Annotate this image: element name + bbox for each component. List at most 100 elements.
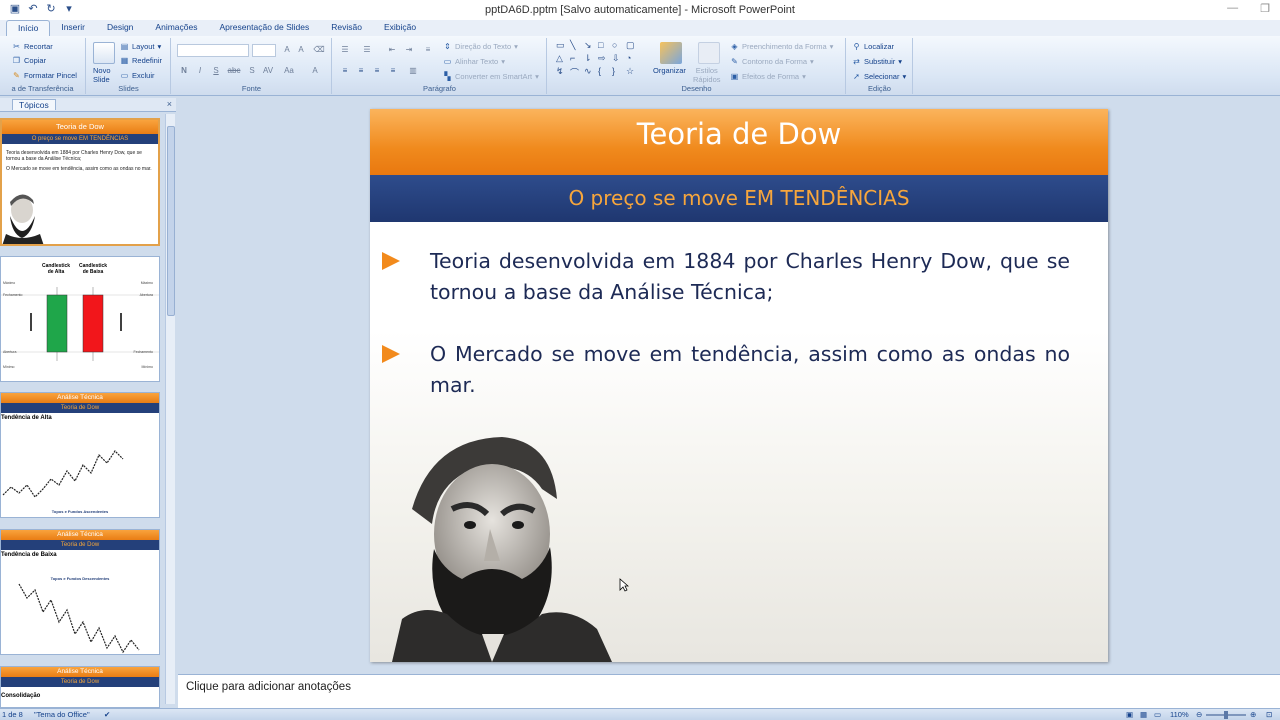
shape-outline-button[interactable]: ✎ Contorno da Forma ▾ <box>730 57 814 66</box>
format-painter-button[interactable]: ✎ Formatar Pincel <box>12 71 77 80</box>
slide-title[interactable]: Teoria de Dow <box>370 109 1108 175</box>
minimize-icon[interactable]: — <box>1227 2 1238 15</box>
slide-thumbnail-4[interactable]: Análise Técnica Teoria de Dow Tendência … <box>0 529 160 655</box>
normal-view-icon[interactable]: ▣ <box>1126 710 1133 719</box>
slide-sorter-icon[interactable]: ▦ <box>1140 710 1147 719</box>
elbow-arrow-icon[interactable]: ⇂ <box>584 53 592 64</box>
align-left-icon[interactable]: ≡ <box>338 65 352 77</box>
zoom-out-icon[interactable]: ⊖ <box>1196 710 1202 719</box>
tab-animacoes[interactable]: Animações <box>144 20 208 36</box>
bold-button[interactable]: N <box>177 65 191 77</box>
line-shape-icon[interactable]: ╲ <box>570 40 575 51</box>
curve-shape-icon[interactable]: ⌒ <box>570 66 579 79</box>
slide-subtitle[interactable]: O preço se move EM TENDÊNCIAS <box>370 175 1108 222</box>
char-spacing-button[interactable]: AV <box>261 65 275 77</box>
notes-pane[interactable]: Clique para adicionar anotações <box>178 674 1280 708</box>
quick-styles-button[interactable]: Estilos Rápidos <box>693 66 721 84</box>
reset-button[interactable]: ▦ Redefinir <box>120 56 162 65</box>
green-candle <box>46 294 68 353</box>
slide-bullet-2[interactable]: O Mercado se move em tendência, assim co… <box>430 339 1070 401</box>
strikethrough-button[interactable]: abc <box>227 65 241 77</box>
shape-fill-button[interactable]: ◈ Preenchimento da Forma ▾ <box>730 42 833 51</box>
freeform-shape-icon[interactable]: ↯ <box>556 66 564 77</box>
numbering-icon[interactable]: ☰ <box>360 44 374 56</box>
star-shape-icon[interactable]: ☆ <box>626 66 634 77</box>
arrow-line-shape-icon[interactable]: ↘ <box>584 40 592 51</box>
restore-icon[interactable]: ❐ <box>1260 2 1270 15</box>
shrink-font-icon[interactable]: A <box>294 44 308 56</box>
arrange-icon[interactable] <box>660 42 682 64</box>
callout-shape-icon[interactable]: ◔ <box>626 53 631 63</box>
tab-inserir[interactable]: Inserir <box>50 20 96 36</box>
new-slide-button[interactable]: Novo Slide <box>93 66 111 84</box>
rectangle-shape-icon[interactable]: □ <box>598 40 603 50</box>
slide-bullet-1[interactable]: Teoria desenvolvida em 1884 por Charles … <box>430 246 1070 308</box>
new-slide-icon[interactable] <box>93 42 115 64</box>
bullets-icon[interactable]: ☰ <box>338 44 352 56</box>
label-min-left: Mínimo <box>3 365 15 369</box>
italic-button[interactable]: I <box>193 65 207 77</box>
elbow-connector-icon[interactable]: ⌐ <box>570 53 575 63</box>
select-button[interactable]: ➚ Selecionar ▾ <box>852 72 906 81</box>
shadow-button[interactable]: S <box>245 65 259 77</box>
replace-button[interactable]: ⇄ Substituir ▾ <box>852 57 902 66</box>
close-icon[interactable]: × <box>167 99 172 109</box>
layout-button[interactable]: ▤ Layout ▾ <box>120 42 162 51</box>
clear-format-icon[interactable]: ⌫ <box>312 44 326 56</box>
tab-exibicao[interactable]: Exibição <box>373 20 427 36</box>
shapes-gallery[interactable]: ▭ ╲ ↘ □ ○ ▢ △ ⌐ ⇂ ⇨ ⇩ ◔ ↯ ⌒ ∿ { } ☆ <box>556 40 640 80</box>
rounded-rect-shape-icon[interactable]: ▢ <box>626 40 635 51</box>
fit-to-window-icon[interactable]: ⊡ <box>1266 710 1272 719</box>
delete-slide-button[interactable]: ▭ Excluir <box>120 71 155 80</box>
zoom-in-icon[interactable]: ⊕ <box>1250 710 1256 719</box>
slide-canvas[interactable]: Teoria de Dow O preço se move EM TENDÊNC… <box>370 109 1108 662</box>
brace-right-shape-icon[interactable]: } <box>612 66 615 76</box>
cut-button[interactable]: ✂ Recortar <box>12 42 53 51</box>
tab-design[interactable]: Design <box>96 20 144 36</box>
thumb-label: Tendência de Alta <box>1 415 52 421</box>
slideshow-icon[interactable]: ▭ <box>1154 710 1161 719</box>
spellcheck-icon[interactable]: ✔ <box>104 710 110 719</box>
tab-inicio[interactable]: Início <box>6 20 51 36</box>
align-text-button[interactable]: ▭ Alinhar Texto ▾ <box>443 57 505 66</box>
slide-thumbnail-5[interactable]: Análise Técnica Teoria de Dow Consolidaç… <box>0 666 160 708</box>
tab-outline[interactable]: Tópicos <box>12 99 56 110</box>
decrease-indent-icon[interactable]: ⇤ <box>385 44 399 56</box>
oval-shape-icon[interactable]: ○ <box>612 40 617 50</box>
underline-button[interactable]: S <box>209 65 223 77</box>
grow-font-icon[interactable]: A <box>280 44 294 56</box>
slide-thumbnail-2[interactable]: Candlestick de Alta Candlestick de Baixa… <box>0 256 160 382</box>
tab-apresentacao[interactable]: Apresentação de Slides <box>208 20 320 36</box>
font-color-button[interactable]: A <box>308 65 322 77</box>
right-arrow-shape-icon[interactable]: ⇨ <box>598 53 606 64</box>
slides-pane-scrollbar[interactable] <box>165 114 175 704</box>
copy-button[interactable]: ❐ Copiar <box>12 56 46 65</box>
text-direction-button[interactable]: ⇕ Direção do Texto ▾ <box>443 42 518 51</box>
down-arrow-shape-icon[interactable]: ⇩ <box>612 53 620 64</box>
font-name-select[interactable] <box>177 44 249 57</box>
font-size-select[interactable] <box>252 44 276 57</box>
align-center-icon[interactable]: ≡ <box>354 65 368 77</box>
find-button[interactable]: ⚲ Localizar <box>852 42 894 51</box>
scribble-shape-icon[interactable]: ∿ <box>584 66 592 77</box>
increase-indent-icon[interactable]: ⇥ <box>402 44 416 56</box>
slide-thumbnail-3[interactable]: Análise Técnica Teoria de Dow Tendência … <box>0 392 160 518</box>
select-shape-icon[interactable]: ▭ <box>556 40 565 51</box>
shape-effects-button[interactable]: ▣ Efeitos de Forma ▾ <box>730 72 806 81</box>
zoom-slider-handle[interactable] <box>1224 711 1228 719</box>
zoom-level[interactable]: 110% <box>1170 710 1189 719</box>
line-spacing-icon[interactable]: ≡ <box>421 44 435 56</box>
scrollbar-thumb[interactable] <box>167 126 175 316</box>
brace-shape-icon[interactable]: { <box>598 66 601 76</box>
align-right-icon[interactable]: ≡ <box>370 65 384 77</box>
smartart-button[interactable]: ▚ Converter em SmartArt ▾ <box>443 72 538 81</box>
tab-revisao[interactable]: Revisão <box>320 20 373 36</box>
arrange-button[interactable]: Organizar <box>653 66 686 75</box>
charles-dow-portrait[interactable] <box>392 429 612 662</box>
change-case-button[interactable]: Aa <box>282 65 296 77</box>
quick-styles-icon[interactable] <box>698 42 720 64</box>
columns-icon[interactable]: ▥ <box>406 65 420 77</box>
slide-thumbnail-1[interactable]: Teoria de Dow O preço se move EM TENDÊNC… <box>0 118 160 246</box>
justify-icon[interactable]: ≡ <box>386 65 400 77</box>
triangle-shape-icon[interactable]: △ <box>556 53 563 64</box>
